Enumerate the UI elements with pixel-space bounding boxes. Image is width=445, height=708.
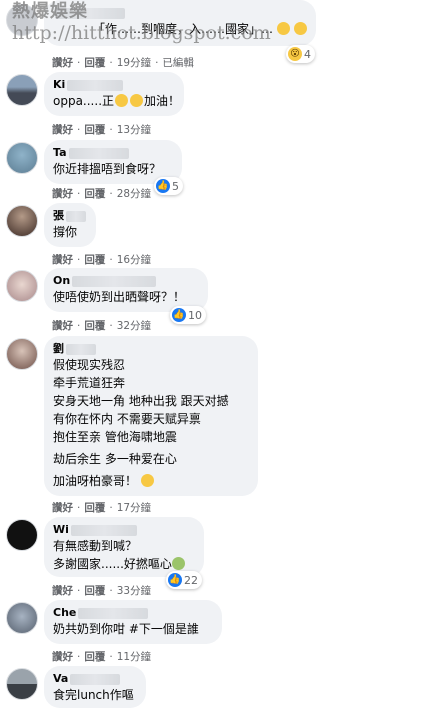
comment-actions: 讚好 · 回覆 · 11分鐘: [52, 649, 152, 664]
like-link[interactable]: 讚好: [52, 583, 73, 598]
comment-bubble: 「作……到嗰度，入……國家」…: [44, 0, 316, 46]
avatar[interactable]: [6, 270, 38, 302]
comment-text: 有你在怀内 不需要天赋异禀: [53, 412, 201, 426]
comment-bubble: Va 食完lunch作嘔: [44, 666, 146, 708]
like-icon: 👍: [172, 308, 186, 322]
comment-text: 牵手荒道狂奔: [53, 376, 126, 390]
timestamp[interactable]: 16分鐘: [117, 252, 151, 267]
timestamp[interactable]: 19分鐘: [117, 55, 151, 70]
comment-text: 劫后余生 多一种爱在心: [53, 452, 177, 466]
comment-bubble: 劉 假使现实残忍 牵手荒道狂奔 安身天地一角 地种出我 跟天对撼 有你在怀内 不…: [44, 336, 258, 496]
comment-actions: 讚好 · 回覆 · 19分鐘 · 已編輯: [52, 55, 194, 70]
reply-link[interactable]: 回覆: [84, 318, 105, 333]
comment-bubble: Che 奶共奶到你咁 #下一個是誰: [44, 600, 222, 644]
avatar[interactable]: [6, 142, 38, 174]
comment-actions: 讚好 · 回覆 · 28分鐘: [52, 186, 152, 201]
timestamp[interactable]: 13分鐘: [117, 122, 151, 137]
timestamp[interactable]: 32分鐘: [117, 318, 151, 333]
comment-actions: 讚好 · 回覆 · 33分鐘: [52, 583, 152, 598]
comment-author[interactable]: 劉: [53, 342, 248, 356]
like-link[interactable]: 讚好: [52, 649, 73, 664]
comment-author[interactable]: [53, 6, 306, 20]
comment-actions: 讚好 · 回覆 · 17分鐘: [52, 500, 152, 515]
avatar[interactable]: [6, 205, 38, 237]
avatar[interactable]: [6, 74, 38, 106]
avatar[interactable]: [6, 602, 38, 634]
reply-link[interactable]: 回覆: [84, 649, 105, 664]
rock-hand-emoji: [140, 474, 154, 487]
comment-bubble: 張 撐你: [44, 203, 96, 247]
timestamp[interactable]: 33分鐘: [117, 583, 151, 598]
comment-author[interactable]: Ta: [53, 146, 172, 160]
comment-author[interactable]: Wi: [53, 523, 194, 537]
avatar[interactable]: [6, 338, 38, 370]
comment-author[interactable]: Che: [53, 606, 212, 620]
comment-text: 假使现实残忍: [53, 358, 126, 372]
comment-actions: 讚好 · 回覆 · 32分鐘: [52, 318, 152, 333]
timestamp[interactable]: 17分鐘: [117, 500, 151, 515]
wow-icon: 😮: [288, 47, 302, 61]
like-icon: 👍: [156, 179, 170, 193]
comment-text: 安身天地一角 地种出我 跟天对撼: [53, 394, 229, 408]
avatar[interactable]: [6, 519, 38, 551]
edited-label: 已編輯: [162, 57, 194, 69]
reply-link[interactable]: 回覆: [84, 186, 105, 201]
reaction-summary[interactable]: 👍 22: [166, 571, 202, 589]
comment-actions: 讚好 · 回覆 · 16分鐘: [52, 252, 152, 267]
comment-author[interactable]: Va: [53, 672, 136, 686]
timestamp[interactable]: 28分鐘: [117, 186, 151, 201]
reaction-summary[interactable]: 😮 4: [286, 45, 315, 63]
comment-text: 奶共奶到你咁 #下一個是誰: [53, 622, 199, 636]
comment-text: 抱住至亲 管他海啸地震: [53, 430, 177, 444]
avatar[interactable]: [6, 4, 38, 36]
reply-link[interactable]: 回覆: [84, 583, 105, 598]
comment-bubble: Wi 有無感動到喊？ 多謝國家......好撚嘔心: [44, 517, 204, 577]
comment-text: 「作……到嗰度，入……國家」…: [93, 20, 307, 38]
reply-link[interactable]: 回覆: [84, 55, 105, 70]
comment-text: 使唔使奶到出晒聲呀？！: [53, 290, 186, 304]
like-link[interactable]: 讚好: [52, 55, 73, 70]
comment-text: 撐你: [53, 225, 78, 239]
comment-bubble: Ki oppa.....正 加油！: [44, 72, 184, 116]
like-icon: 👍: [168, 573, 182, 587]
reply-link[interactable]: 回覆: [84, 252, 105, 267]
heart-eyes-emoji: [130, 94, 144, 107]
comment-text: 食完lunch作嘔: [53, 688, 134, 702]
reply-link[interactable]: 回覆: [84, 500, 105, 515]
comment-text: 有無感動到喊？: [53, 539, 138, 553]
like-link[interactable]: 讚好: [52, 500, 73, 515]
reaction-summary[interactable]: 👍 5: [154, 177, 183, 195]
comment-text: 加油呀柏豪哥！: [53, 472, 248, 490]
like-link[interactable]: 讚好: [52, 252, 73, 267]
avatar[interactable]: [6, 668, 38, 700]
like-link[interactable]: 讚好: [52, 186, 73, 201]
reply-link[interactable]: 回覆: [84, 122, 105, 137]
timestamp[interactable]: 11分鐘: [117, 649, 151, 664]
comment-author[interactable]: On: [53, 274, 198, 288]
comment-author[interactable]: Ki: [53, 78, 174, 92]
comment-actions: 讚好 · 回覆 · 13分鐘: [52, 122, 152, 137]
heart-eyes-emoji: [115, 94, 129, 107]
comment-text: 你近排搵唔到食呀？: [53, 162, 162, 176]
like-link[interactable]: 讚好: [52, 122, 73, 137]
comment-author[interactable]: 張: [53, 209, 86, 223]
comment-text: oppa.....正 加油！: [53, 94, 181, 108]
reaction-summary[interactable]: 👍 10: [170, 306, 206, 324]
like-link[interactable]: 讚好: [52, 318, 73, 333]
nauseated-emoji: [171, 557, 185, 570]
